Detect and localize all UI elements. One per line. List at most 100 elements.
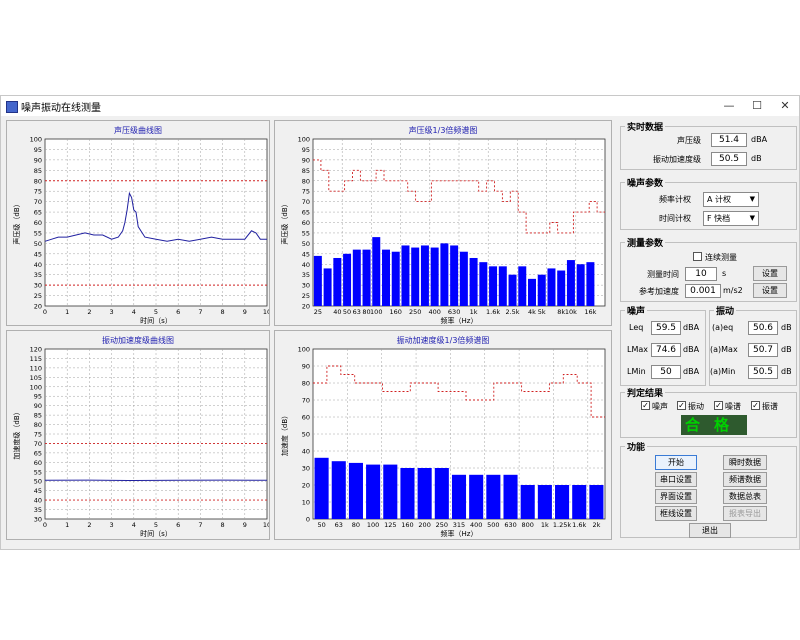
x-tick-label: 5: [154, 521, 158, 529]
minimize-button[interactable]: —: [717, 98, 741, 114]
noise-verdict-checkbox[interactable]: ✓: [641, 401, 650, 410]
realtime-group: 实时数据 声压级 51.4 dBA 振动加速度级 50.5 dB: [620, 120, 797, 170]
y-tick-label: 70: [302, 198, 310, 206]
ref-acc-input[interactable]: 0.001: [685, 284, 721, 298]
measure-time-label: 测量时间: [647, 270, 679, 279]
y-tick-label: 20: [302, 482, 310, 490]
lmin-unit: dBA: [683, 367, 700, 376]
time-weighting-select[interactable]: F 快档 ▼: [703, 211, 759, 226]
x-tick-label: 50: [343, 308, 351, 316]
ui-settings-button[interactable]: 界面设置: [655, 489, 697, 504]
maximize-button[interactable]: ☐: [745, 98, 769, 114]
y-tick-label: 65: [302, 209, 310, 217]
y-tick-label: 60: [302, 219, 310, 227]
y-tick-label: 35: [34, 271, 42, 279]
measure-time-set-button[interactable]: 设置: [753, 266, 787, 281]
bar: [557, 270, 566, 306]
bar: [528, 278, 536, 306]
spl-curve-chart: 20253035404550556065707580859095100声压级（d…: [12, 136, 269, 326]
bar: [382, 249, 390, 306]
exit-button[interactable]: 退出: [689, 523, 731, 538]
x-tick-label: 0: [43, 521, 47, 529]
x-tick-label: 1k: [541, 521, 549, 529]
y-tick-label: 70: [302, 397, 310, 405]
y-tick-label: 55: [34, 468, 42, 476]
y-tick-label: 30: [34, 282, 42, 290]
vib-stats-title: 振动: [714, 304, 737, 317]
bar: [352, 249, 361, 306]
noise-spectrum-verdict-checkbox[interactable]: ✓: [714, 401, 723, 410]
y-tick-label: 85: [302, 167, 310, 175]
y-axis-label: 声压级（dB）: [12, 200, 21, 244]
y-tick-label: 90: [302, 363, 310, 371]
x-tick-label: 125: [384, 521, 396, 529]
x-axis-label: 频率（Hz）: [441, 529, 478, 538]
data-summary-button[interactable]: 数据总表: [723, 489, 767, 504]
bar: [331, 461, 346, 519]
y-tick-label: 55: [34, 229, 42, 237]
start-button[interactable]: 开始: [655, 455, 697, 470]
x-tick-label: 1.25k: [553, 521, 571, 529]
verdict-title: 判定结果: [625, 386, 666, 399]
x-axis-label: 时间（s）: [140, 529, 172, 538]
x-tick-label: 100: [367, 521, 379, 529]
continuous-checkbox[interactable]: [693, 252, 702, 261]
acc-value: 50.5: [711, 152, 747, 166]
y-tick-label: 25: [302, 292, 310, 300]
x-tick-label: 6: [176, 521, 180, 529]
x-axis-label: 频率（Hz）: [441, 316, 478, 325]
spectrum-data-button[interactable]: 频谱数据: [723, 472, 767, 487]
vib-stats-group: 振动 (a)eq 50.6 dB (a)Max 50.7 dB (a)Min 5…: [709, 304, 797, 386]
vib-spectrum-verdict-checkbox[interactable]: ✓: [751, 401, 760, 410]
spl-unit: dBA: [751, 135, 768, 144]
app-icon: [6, 101, 18, 113]
y-tick-label: 100: [298, 346, 310, 354]
serial-settings-button[interactable]: 串口设置: [655, 472, 697, 487]
leq-value: 59.5: [651, 321, 681, 335]
report-export-button[interactable]: 报表导出: [723, 506, 767, 521]
lmax-label: LMax: [627, 345, 648, 354]
bar: [333, 257, 342, 306]
y-tick-label: 40: [34, 261, 42, 269]
bar: [459, 251, 468, 306]
freq-weighting-select[interactable]: A 计权 ▼: [703, 192, 759, 207]
instant-data-button[interactable]: 瞬时数据: [723, 455, 767, 470]
x-tick-label: 4: [132, 308, 136, 316]
y-axis-label: 加速度（dB）: [280, 412, 289, 456]
ref-acc-unit: m/s2: [723, 286, 743, 295]
amax-unit: dB: [781, 345, 792, 354]
vib-verdict-checkbox[interactable]: ✓: [677, 401, 686, 410]
bar: [508, 274, 517, 306]
bar: [420, 245, 429, 306]
amin-label: (a)Min: [710, 367, 736, 376]
x-tick-label: 160: [401, 521, 413, 529]
x-tick-label: 3: [110, 308, 114, 316]
bar: [383, 464, 398, 519]
x-tick-label: 2: [87, 308, 91, 316]
y-tick-label: 65: [34, 209, 42, 217]
y-tick-label: 70: [34, 198, 42, 206]
x-tick-label: 500: [487, 521, 499, 529]
bar: [323, 268, 332, 306]
y-tick-label: 115: [30, 355, 42, 363]
verdict-result: 合格: [681, 415, 747, 435]
measure-time-input[interactable]: 10: [685, 267, 717, 281]
x-tick-label: 4k: [528, 308, 536, 316]
aeq-unit: dB: [781, 323, 792, 332]
x-tick-label: 10: [263, 521, 269, 529]
y-axis-label: 加速度级（dB）: [12, 408, 21, 459]
vib-verdict-label: 振动: [688, 402, 704, 411]
amin-value: 50.5: [748, 365, 778, 379]
close-button[interactable]: ✕: [773, 98, 797, 114]
x-tick-label: 2.5k: [505, 308, 519, 316]
y-tick-label: 40: [302, 261, 310, 269]
x-tick-label: 0: [43, 308, 47, 316]
x-tick-label: 630: [504, 521, 516, 529]
y-axis-label: 声压级（dB）: [280, 200, 289, 244]
ref-acc-set-button[interactable]: 设置: [753, 283, 787, 298]
y-tick-label: 60: [302, 414, 310, 422]
y-tick-label: 45: [34, 250, 42, 258]
axis-settings-button[interactable]: 框线设置: [655, 506, 697, 521]
functions-group: 功能 开始 瞬时数据 串口设置 频谱数据 界面设置 数据总表 框线设置 报表导出…: [620, 440, 797, 538]
bar: [469, 474, 484, 519]
